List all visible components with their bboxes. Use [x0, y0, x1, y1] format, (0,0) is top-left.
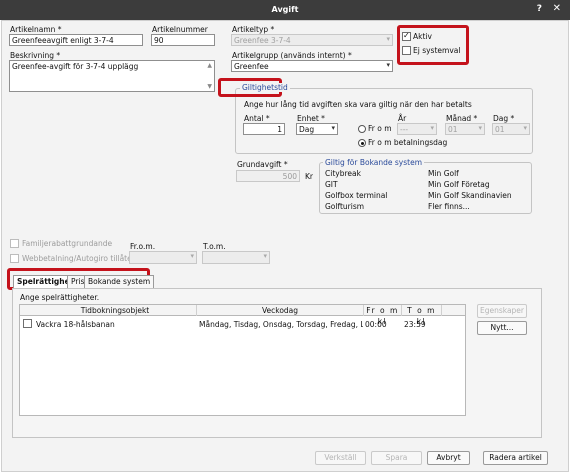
giltighet-intro: Ange hur lång tid avgiften ska vara gilt…: [244, 100, 472, 109]
artikeltyp-value: Greenfee 3-7-4: [234, 36, 291, 45]
enhet-select[interactable]: Dag ▾: [296, 123, 338, 135]
artikelnamn-label: Artikelnamn *: [10, 25, 62, 34]
egenskaper-button[interactable]: Egenskaper: [477, 304, 527, 318]
ej-systemval-label: Ej systemval: [413, 46, 461, 55]
from-betalningsdag-radio[interactable]: [358, 139, 366, 147]
giltighet-tab[interactable]: Giltighetstid: [240, 83, 290, 92]
familjerabatt-checkbox[interactable]: [10, 239, 19, 248]
dag-value: 01: [495, 125, 505, 134]
beskrivning-textarea[interactable]: Greenfee-avgift för 3-7-4 upplägg ▲ ▼: [9, 60, 215, 92]
row-from: 00:00: [365, 320, 387, 329]
chevron-down-icon: ▾: [430, 124, 434, 132]
from-date-select[interactable]: ▾: [129, 251, 197, 264]
bokande-item: GIT: [325, 180, 338, 189]
grundavgift-input[interactable]: 500: [236, 170, 300, 182]
chevron-down-icon: ▾: [263, 252, 267, 260]
row-tom: 23:59: [404, 320, 426, 329]
tab-bokande-system[interactable]: Bokande system: [84, 275, 155, 288]
scroll-down-icon[interactable]: ▼: [207, 83, 212, 90]
bokande-item: Citybreak: [325, 169, 361, 178]
chevron-down-icon: ▾: [386, 61, 390, 69]
from-radio[interactable]: [358, 125, 366, 133]
manad-select[interactable]: 01 ▾: [445, 123, 485, 135]
ar-value: ---: [400, 125, 409, 134]
bokande-item: Golfturism: [325, 202, 365, 211]
dag-label: Dag *: [493, 114, 515, 123]
artikelnummer-input[interactable]: 90: [151, 34, 215, 46]
grundavgift-label: Grundavgift *: [237, 160, 288, 169]
manad-value: 01: [448, 125, 458, 134]
chevron-down-icon: ▾: [386, 35, 390, 43]
title-bar: Avgift ? ✕: [0, 0, 570, 20]
aktiv-checkbox[interactable]: [402, 31, 411, 41]
tom-date-label: T.o.m.: [203, 242, 226, 251]
bokande-item: Min Golf Skandinavien: [428, 191, 512, 200]
fler-finns-link[interactable]: Fler finns...: [428, 202, 470, 211]
bokande-item: Min Golf Företag: [428, 180, 490, 189]
artikeltyp-select[interactable]: Greenfee 3-7-4 ▾: [231, 34, 393, 46]
chevron-down-icon: ▾: [478, 124, 482, 132]
verkstall-button[interactable]: Verkställ: [315, 451, 366, 465]
artikelgrupp-label: Artikelgrupp (används internt) *: [232, 51, 352, 60]
beskrivning-label: Beskrivning *: [10, 51, 61, 60]
column-header[interactable]: T o m kl: [402, 305, 442, 326]
webbetalning-label: Webbetalning/Autogiro tillåten: [22, 254, 137, 263]
avbryt-button[interactable]: Avbryt: [427, 451, 470, 465]
row-veckodag: Måndag, Tisdag, Onsdag, Torsdag, Fredag,…: [199, 320, 363, 329]
radera-artikel-button[interactable]: Radera artikel: [483, 451, 548, 465]
beskrivning-text: Greenfee-avgift för 3-7-4 upplägg: [12, 62, 139, 71]
ar-select[interactable]: --- ▾: [397, 123, 437, 135]
grundavgift-unit: Kr: [305, 172, 314, 181]
enhet-label: Enhet *: [297, 114, 325, 123]
bokande-title: Giltig för Bokande system: [323, 158, 425, 167]
window-title: Avgift: [271, 5, 299, 14]
dag-select[interactable]: 01 ▾: [492, 123, 530, 135]
ej-systemval-checkbox[interactable]: [402, 46, 411, 55]
antal-label: Antal *: [244, 114, 270, 123]
column-header[interactable]: Fr o m kl: [364, 305, 402, 326]
scroll-up-icon[interactable]: ▲: [207, 62, 212, 69]
artikelnummer-label: Artikelnummer: [152, 25, 208, 34]
chevron-down-icon: ▾: [190, 252, 194, 260]
row-objekt: Vackra 18-hålsbanan: [36, 320, 115, 329]
bokande-item: Min Golf: [428, 169, 459, 178]
antal-input[interactable]: 1: [243, 123, 285, 135]
nytt-button[interactable]: Nytt...: [477, 321, 527, 335]
enhet-value: Dag: [299, 125, 315, 134]
webbetalning-checkbox[interactable]: [10, 254, 19, 263]
artikelgrupp-select[interactable]: Greenfee ▾: [231, 60, 393, 72]
chevron-down-icon: ▾: [523, 124, 527, 132]
row-checkbox[interactable]: [23, 319, 32, 328]
aktiv-label: Aktiv: [413, 32, 432, 41]
tom-date-select[interactable]: ▾: [202, 251, 270, 264]
artikeltyp-label: Artikeltyp *: [232, 25, 275, 34]
spel-intro: Ange spelrättigheter.: [20, 293, 100, 302]
column-header[interactable]: Veckodag: [197, 305, 364, 316]
bokande-item: Golfbox terminal: [325, 191, 388, 200]
help-icon[interactable]: ?: [537, 4, 542, 14]
familjerabatt-label: Familjerabattgrundande: [22, 239, 113, 248]
from-date-label: Fr.o.m.: [130, 242, 156, 251]
chevron-down-icon: ▾: [331, 124, 335, 132]
artikelnamn-input[interactable]: Greenfeeavgift enligt 3-7-4: [9, 34, 143, 46]
column-header[interactable]: Tidbokningsobjekt: [34, 305, 197, 316]
from-betalningsdag-label: Fr o m betalningsdag: [368, 138, 448, 147]
from-label: Fr o m: [368, 124, 392, 133]
spara-button[interactable]: Spara: [371, 451, 422, 465]
close-icon[interactable]: ✕: [553, 3, 561, 14]
ar-label: År: [398, 114, 407, 123]
manad-label: Månad *: [446, 114, 478, 123]
artikelgrupp-value: Greenfee: [234, 62, 269, 71]
